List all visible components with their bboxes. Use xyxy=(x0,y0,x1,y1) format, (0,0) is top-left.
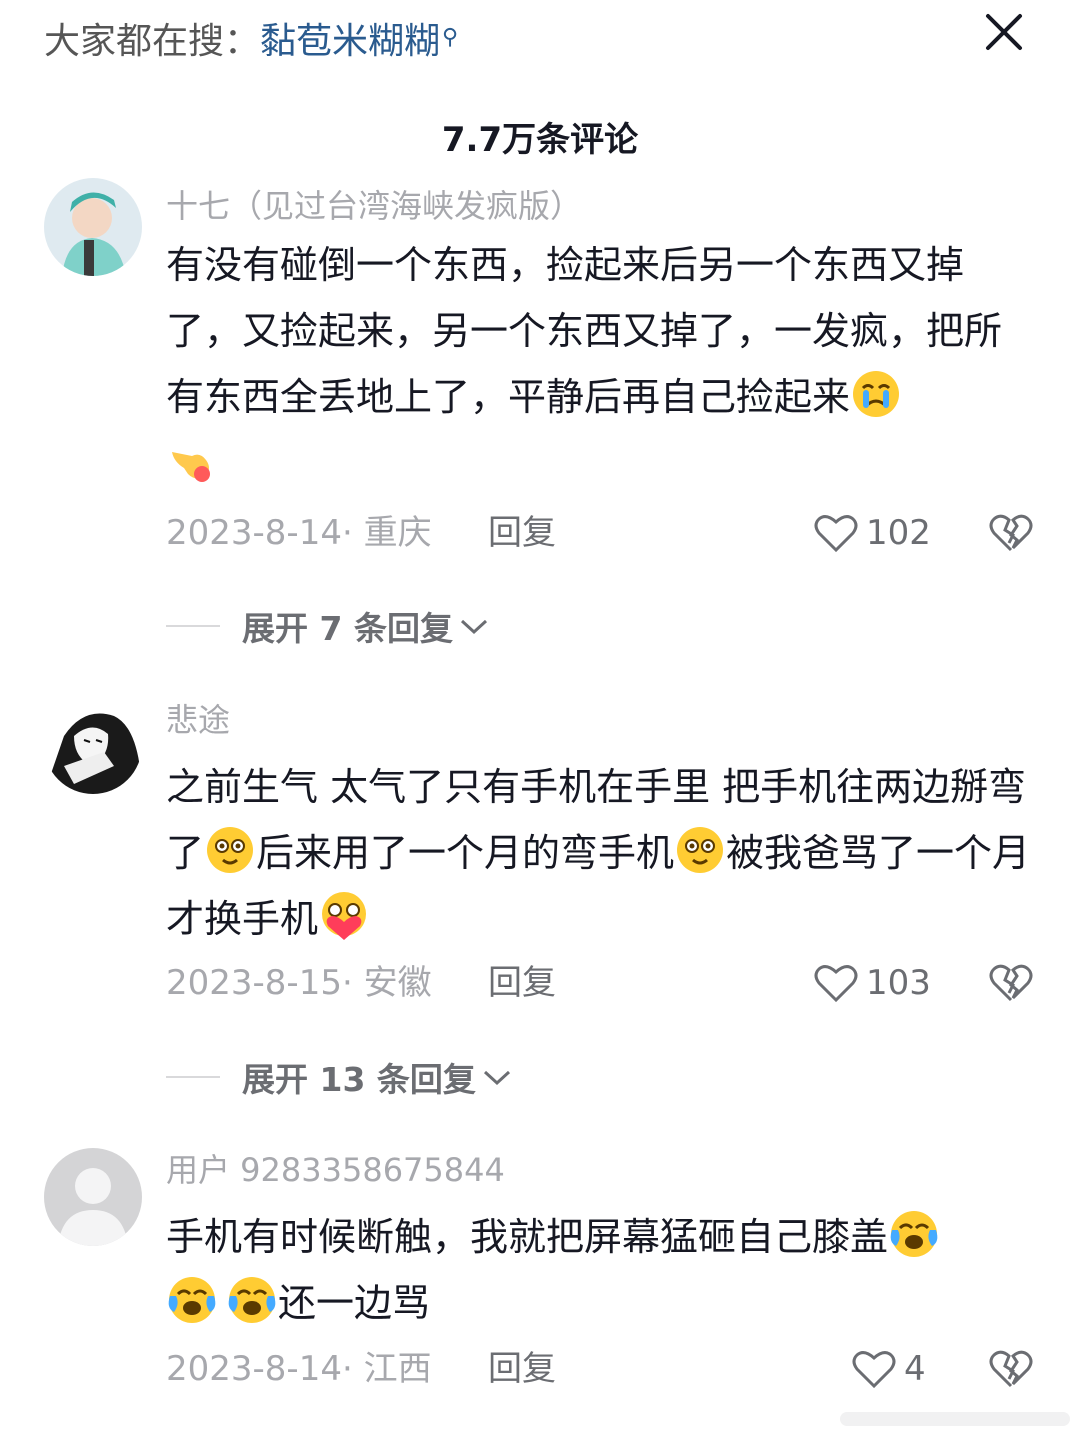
crying-laughing-face-icon xyxy=(226,1274,278,1326)
divider-line xyxy=(166,1076,220,1078)
like-button[interactable]: 102 xyxy=(814,508,931,558)
comment-username[interactable]: 用户 9283358675844 xyxy=(166,1148,505,1192)
expand-replies-label: 展开 13 条回复 xyxy=(242,1060,476,1099)
chevron-down-icon xyxy=(460,619,487,635)
like-count: 103 xyxy=(866,963,931,1003)
avatar[interactable] xyxy=(44,178,142,276)
comment-text: 手机有时候断触，我就把屏幕猛砸自己膝盖还一边骂 xyxy=(166,1204,1036,1336)
pleading-heart-face-icon xyxy=(318,890,370,942)
broken-heart-icon xyxy=(989,514,1033,552)
expand-replies-button[interactable]: 展开 13 条回复 xyxy=(166,1052,512,1102)
default-avatar-icon xyxy=(44,1148,142,1246)
heart-icon xyxy=(814,515,858,553)
comment-text: 之前生气 太气了只有手机在手里 把手机往两边掰弯了 后来用了一个月的弯手机 被我爸骂… xyxy=(166,754,1036,952)
heart-icon xyxy=(814,965,858,1003)
expand-replies-label: 展开 7 条回复 xyxy=(242,609,453,648)
comment-text-part: 还一边骂 xyxy=(278,1281,431,1325)
like-count: 4 xyxy=(904,1349,926,1389)
crying-face-icon xyxy=(850,368,902,420)
like-count: 102 xyxy=(866,513,931,553)
close-button[interactable] xyxy=(982,10,1026,54)
like-button[interactable]: 4 xyxy=(852,1344,926,1394)
dislike-button[interactable] xyxy=(988,1346,1034,1392)
comment-meta: 2023-8-14· 江西 xyxy=(166,1349,432,1389)
comment-username[interactable]: 悲途 xyxy=(166,698,230,742)
pointing-hand-icon xyxy=(166,434,218,486)
search-keyword[interactable]: 黏苞米糊糊 xyxy=(260,21,440,62)
expand-replies-button[interactable]: 展开 7 条回复 xyxy=(166,601,489,651)
comment-username[interactable]: 十七（见过台湾海峡发疯版） xyxy=(166,184,582,228)
top-bar: 大家都在搜：黏苞米糊糊⚲ xyxy=(0,0,1080,90)
crying-laughing-face-icon xyxy=(166,1274,218,1326)
like-button[interactable]: 103 xyxy=(814,958,931,1008)
chevron-down-icon xyxy=(483,1070,510,1086)
flushed-face-icon xyxy=(204,824,256,876)
reply-button[interactable]: 回复 xyxy=(488,508,556,558)
comment-meta: 2023-8-14· 重庆 xyxy=(166,513,432,553)
flushed-face-icon xyxy=(674,824,726,876)
comments-count-title: 7.7万条评论 xyxy=(441,120,639,160)
avatar[interactable] xyxy=(44,1148,142,1246)
dislike-button[interactable] xyxy=(988,510,1034,556)
broken-heart-icon xyxy=(989,964,1033,1002)
comment-text-part: 后来用了一个月的弯手机 xyxy=(256,831,675,875)
reply-button[interactable]: 回复 xyxy=(488,958,556,1008)
search-suggestion[interactable]: 大家都在搜：黏苞米糊糊⚲ xyxy=(44,14,459,70)
crying-laughing-face-icon xyxy=(888,1208,940,1260)
dislike-button[interactable] xyxy=(988,960,1034,1006)
close-icon xyxy=(986,14,1022,50)
comment-text-part: 手机有时候断触，我就把屏幕猛砸自己膝盖 xyxy=(166,1215,889,1259)
watermark-strip xyxy=(840,1408,1070,1430)
comment-meta: 2023-8-15· 安徽 xyxy=(166,963,432,1003)
reply-button[interactable]: 回复 xyxy=(488,1344,556,1394)
divider-line xyxy=(166,625,220,627)
search-icon: ⚲ xyxy=(442,25,459,50)
comment-text: 有没有碰倒一个东西，捡起来后另一个东西又掉了，又捡起来，另一个东西又掉了，一发疯… xyxy=(166,232,1036,496)
search-prefix: 大家都在搜： xyxy=(44,21,261,62)
heart-icon xyxy=(852,1351,896,1389)
avatar[interactable] xyxy=(44,696,142,794)
broken-heart-icon xyxy=(989,1350,1033,1388)
